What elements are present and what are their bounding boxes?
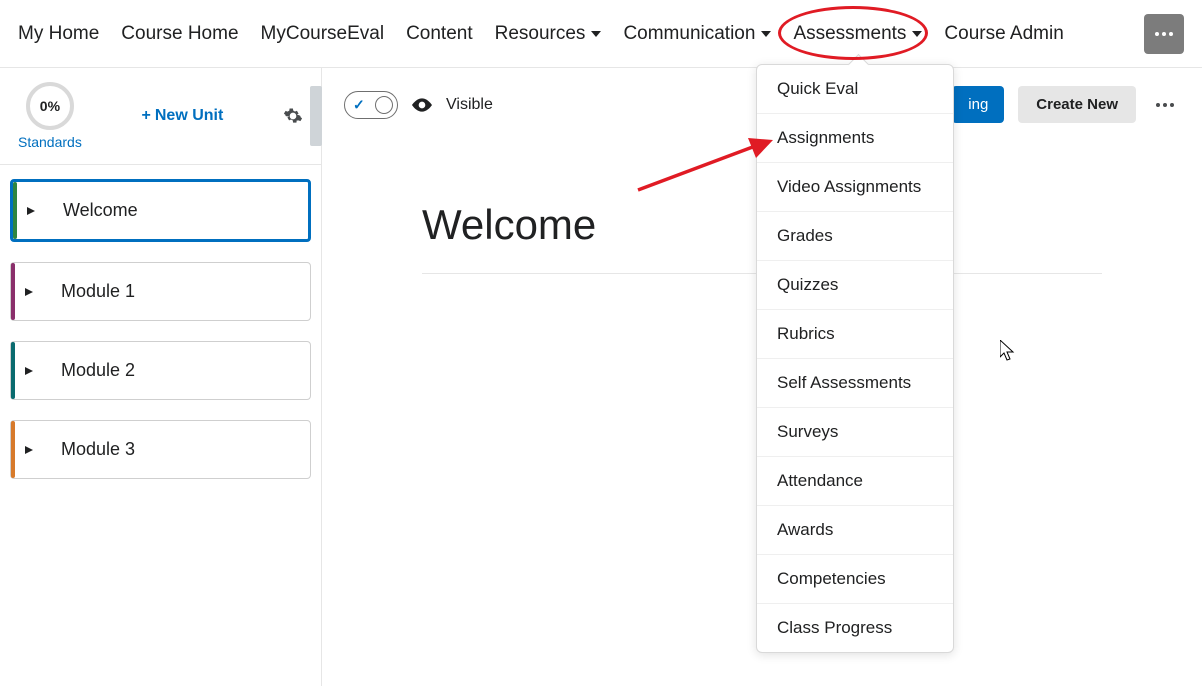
dd-grades[interactable]: Grades <box>757 212 953 261</box>
nav-course-home[interactable]: Course Home <box>121 23 238 45</box>
create-new-label: Create New <box>1036 96 1118 113</box>
chevron-down-icon <box>591 31 601 37</box>
primary-button-tail: ing <box>968 96 988 113</box>
unit-stripe <box>11 342 15 399</box>
progress-pct: 0% <box>40 98 60 114</box>
new-unit-label: New Unit <box>155 107 223 125</box>
caret-right-icon <box>25 446 33 454</box>
primary-action-button[interactable]: ing <box>952 86 1004 123</box>
eye-icon <box>412 98 432 112</box>
nav-label: Course Home <box>121 23 238 45</box>
dd-label: Class Progress <box>777 618 892 637</box>
sidebar-resize-handle[interactable] <box>310 86 322 146</box>
nav-more-button[interactable] <box>1144 14 1184 54</box>
chevron-down-icon <box>912 31 922 37</box>
nav-label: Resources <box>495 23 586 45</box>
create-new-button[interactable]: Create New <box>1018 86 1136 123</box>
unit-list: Welcome Module 1 Module 2 Module 3 <box>0 165 321 513</box>
dot-icon <box>1162 32 1166 36</box>
standards-link[interactable]: Standards <box>18 134 82 150</box>
nav-course-admin[interactable]: Course Admin <box>944 23 1063 45</box>
dd-label: Awards <box>777 520 833 539</box>
new-unit-button[interactable]: + New Unit <box>142 107 224 125</box>
nav-assessments[interactable]: Assessments <box>793 23 922 45</box>
visibility-toggle[interactable]: ✓ <box>344 91 398 119</box>
nav-label: MyCourseEval <box>261 23 385 45</box>
dd-competencies[interactable]: Competencies <box>757 555 953 604</box>
check-icon: ✓ <box>353 96 365 113</box>
sidebar-unit-module2[interactable]: Module 2 <box>10 341 311 400</box>
sidebar: 0% Standards + New Unit Welcome Module 1 <box>0 68 322 686</box>
dd-awards[interactable]: Awards <box>757 506 953 555</box>
dd-rubrics[interactable]: Rubrics <box>757 310 953 359</box>
dd-label: Quick Eval <box>777 79 858 98</box>
unit-label: Module 2 <box>47 360 135 381</box>
dd-label: Attendance <box>777 471 863 490</box>
topnav: My Home Course Home MyCourseEval Content… <box>0 0 1202 68</box>
chevron-down-icon <box>761 31 771 37</box>
unit-stripe <box>13 182 17 239</box>
nav-mycourseeval[interactable]: MyCourseEval <box>261 23 385 45</box>
unit-stripe <box>11 263 15 320</box>
visible-label: Visible <box>446 96 493 114</box>
main-more-button[interactable] <box>1150 103 1180 107</box>
dd-label: Grades <box>777 226 833 245</box>
nav-label: Course Admin <box>944 23 1063 45</box>
unit-label: Welcome <box>49 200 138 221</box>
dd-video-assignments[interactable]: Video Assignments <box>757 163 953 212</box>
caret-right-icon <box>25 367 33 375</box>
dd-label: Rubrics <box>777 324 835 343</box>
unit-stripe <box>11 421 15 478</box>
nav-label: Communication <box>623 23 755 45</box>
plus-icon: + <box>142 107 151 125</box>
nav-label: Assessments <box>793 23 906 45</box>
dot-icon <box>1155 32 1159 36</box>
toggle-knob <box>375 96 393 114</box>
dd-self-assessments[interactable]: Self Assessments <box>757 359 953 408</box>
gear-icon[interactable] <box>283 106 303 126</box>
dd-label: Assignments <box>777 128 874 147</box>
dd-label: Surveys <box>777 422 838 441</box>
sidebar-unit-module3[interactable]: Module 3 <box>10 420 311 479</box>
dot-icon <box>1170 103 1174 107</box>
nav-my-home[interactable]: My Home <box>18 23 99 45</box>
nav-content[interactable]: Content <box>406 23 473 45</box>
dd-attendance[interactable]: Attendance <box>757 457 953 506</box>
caret-right-icon <box>27 207 35 215</box>
dd-class-progress[interactable]: Class Progress <box>757 604 953 652</box>
dd-assignments[interactable]: Assignments <box>757 114 953 163</box>
nav-resources[interactable]: Resources <box>495 23 602 45</box>
dd-label: Video Assignments <box>777 177 921 196</box>
sidebar-unit-module1[interactable]: Module 1 <box>10 262 311 321</box>
dd-label: Quizzes <box>777 275 838 294</box>
unit-label: Module 3 <box>47 439 135 460</box>
dot-icon <box>1156 103 1160 107</box>
sidebar-unit-welcome[interactable]: Welcome <box>10 179 311 242</box>
dd-quizzes[interactable]: Quizzes <box>757 261 953 310</box>
nav-communication[interactable]: Communication <box>623 23 771 45</box>
progress-block[interactable]: 0% Standards <box>18 82 82 150</box>
dd-surveys[interactable]: Surveys <box>757 408 953 457</box>
dot-icon <box>1169 32 1173 36</box>
dot-icon <box>1163 103 1167 107</box>
dd-label: Self Assessments <box>777 373 911 392</box>
assessments-dropdown: Quick Eval Assignments Video Assignments… <box>756 64 954 653</box>
dd-quick-eval[interactable]: Quick Eval <box>757 65 953 114</box>
unit-label: Module 1 <box>47 281 135 302</box>
nav-label: Content <box>406 23 473 45</box>
dd-label: Competencies <box>777 569 886 588</box>
nav-label: My Home <box>18 23 99 45</box>
caret-right-icon <box>25 288 33 296</box>
progress-circle: 0% <box>26 82 74 130</box>
sidebar-header: 0% Standards + New Unit <box>0 68 321 165</box>
